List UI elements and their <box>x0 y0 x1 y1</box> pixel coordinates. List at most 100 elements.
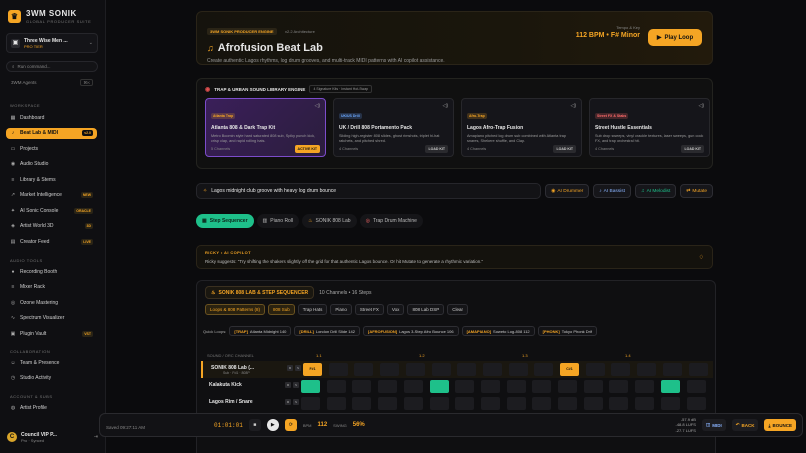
agents-button[interactable]: 3WM Agents ⌘K <box>6 77 98 87</box>
play-loop-button[interactable]: ▶ Play Loop <box>648 29 702 46</box>
quick-loop-chip[interactable]: [PHONK] Tokyo Phonk Drif <box>537 326 597 336</box>
step-cell[interactable] <box>455 397 475 410</box>
step-cell[interactable] <box>585 363 605 376</box>
tab-808-lab[interactable]: ♨ SONIK 808 Lab <box>302 214 357 228</box>
step-cell[interactable] <box>480 380 500 393</box>
sidebar-item-ai-sonic-console[interactable]: ✦ AI Sonic Console ORACLE <box>6 205 97 216</box>
midi-button[interactable]: ◫ MIDI <box>701 419 726 431</box>
step-cell[interactable] <box>583 397 603 410</box>
sidebar-item-recording-booth[interactable]: ● Recording Booth <box>6 266 97 277</box>
step-cell[interactable] <box>583 380 603 393</box>
step-cell[interactable] <box>431 363 451 376</box>
step-cell[interactable] <box>480 397 500 410</box>
channel-row[interactable]: Lagos Rim / Snare M S <box>201 395 713 412</box>
step-cell[interactable] <box>429 397 449 410</box>
step-cell[interactable] <box>354 363 374 376</box>
step-cell[interactable] <box>352 397 372 410</box>
step-cell[interactable] <box>637 363 657 376</box>
speaker-icon[interactable]: ◁) <box>698 103 704 109</box>
step-cell[interactable] <box>455 380 475 393</box>
quick-loop-chip[interactable]: [AMAPIANO] Soweto Log-808 112 <box>461 326 535 336</box>
step-cell[interactable] <box>635 380 655 393</box>
step-cell[interactable] <box>662 363 682 376</box>
step-cell[interactable]: C#1 <box>560 363 579 376</box>
step-cell[interactable] <box>405 363 425 376</box>
project-switcher[interactable]: ▣ Three Wise Men ... PRO TIER ⌄ <box>6 33 98 53</box>
filter-chip[interactable]: Trap Hats <box>297 304 328 315</box>
step-cell[interactable] <box>534 363 554 376</box>
sidebar-item-spectrum-visualizer[interactable]: ∿ Spectrum Visualizer <box>6 313 97 324</box>
sidebar-item-studio-activity[interactable]: ◷ Studio Activity <box>6 373 97 384</box>
ai-drummer-button[interactable]: ◉ AI Drummer <box>545 184 590 198</box>
kit-card[interactable]: UK/US Drill UK / Drill 808 Portamento Pac… <box>333 98 454 157</box>
quick-loop-chip[interactable]: [AFROFUSION] Lagos 3-Step Afro Bounce 106 <box>362 326 459 336</box>
solo-button[interactable]: S <box>295 365 301 371</box>
bounce-button[interactable]: ⤓ BOUNCE <box>764 419 796 431</box>
filter-chip[interactable]: Vox <box>386 304 405 315</box>
kit-load-button[interactable]: LOAD KIT <box>553 145 576 153</box>
step-cell[interactable] <box>326 397 346 410</box>
speaker-icon[interactable]: ◁) <box>570 103 576 109</box>
mute-button[interactable]: M <box>285 399 291 405</box>
step-cell[interactable] <box>686 397 706 410</box>
sidebar-item-market-intelligence[interactable]: ↗ Market Intelligence NEW <box>6 190 97 201</box>
step-cell[interactable] <box>558 380 577 393</box>
step-cell[interactable] <box>482 363 502 376</box>
ai-bassist-button[interactable]: ♪ AI Bassist <box>593 184 631 198</box>
command-input[interactable]: ⌕ Run command... <box>6 61 98 72</box>
mute-button[interactable]: M <box>285 382 291 388</box>
kit-load-button[interactable]: ACTIVE KIT <box>294 145 320 153</box>
tab-step-sequencer[interactable]: ▦ Step Sequencer <box>196 214 254 228</box>
kit-card[interactable]: Afro-Trap Lagos Afro-Trap Fusion Amapiano … <box>461 98 582 157</box>
mutate-button[interactable]: ⇄ Mutate <box>680 184 713 198</box>
tab-trap-drum-machine[interactable]: ◎ Trap Drum Machine <box>359 214 423 228</box>
solo-button[interactable]: S <box>293 399 299 405</box>
sidebar-item-team-presence[interactable]: ☺ Team & Presence <box>6 357 97 368</box>
step-cell[interactable] <box>378 380 398 393</box>
sidebar-item-beat-lab-midi[interactable]: ♪ Beat Lab & MIDI v2.0 <box>6 127 97 139</box>
step-cell[interactable] <box>380 363 400 376</box>
quick-loop-chip[interactable]: [TRAP] Atlanta Midnight 140 <box>229 326 292 336</box>
sidebar-item-artist-profile[interactable]: ◍ Artist Profile <box>6 402 97 413</box>
user-card[interactable]: C Council VIP P... Pro · Synced ⇥ <box>4 426 101 448</box>
play-button[interactable]: ▶ <box>266 419 279 431</box>
filter-chip[interactable]: 808 Lab DSP <box>407 304 445 315</box>
step-cell[interactable] <box>301 380 320 393</box>
step-cell[interactable] <box>660 380 680 393</box>
filter-chip[interactable]: Loops & 808 Patterns (8) <box>205 304 266 315</box>
step-cell[interactable] <box>457 363 477 376</box>
kit-load-button[interactable]: LOAD KIT <box>425 145 448 153</box>
kit-card[interactable]: Street FX & Stabs Street Hustle Essential… <box>589 98 710 157</box>
step-cell[interactable] <box>609 380 629 393</box>
filter-chip[interactable]: Street FX <box>354 304 384 315</box>
step-cell[interactable] <box>532 397 552 410</box>
filter-chip[interactable]: 808 Sub <box>268 304 295 315</box>
step-cell[interactable] <box>688 363 708 376</box>
sidebar-item-projects[interactable]: ▭ Projects <box>6 143 97 154</box>
filter-chip[interactable]: Clear <box>447 304 468 315</box>
sidebar-item-mixer-rack[interactable]: ≡ Mixer Rack <box>6 282 97 293</box>
ai-melodist-button[interactable]: ♫ AI Melodist <box>634 184 677 198</box>
step-cell[interactable] <box>429 380 449 393</box>
step-cell[interactable] <box>609 397 629 410</box>
tab-piano-roll[interactable]: ▥ Piano Roll <box>256 214 300 228</box>
step-cell[interactable]: F#1 <box>303 363 322 376</box>
logout-icon[interactable]: ⇥ <box>94 434 98 440</box>
solo-button[interactable]: S <box>293 382 299 388</box>
sidebar-item-artist-world-3d[interactable]: ◈ Artist World 3D 3D <box>6 221 97 232</box>
step-cell[interactable] <box>611 363 631 376</box>
step-cell[interactable] <box>506 380 526 393</box>
step-cell[interactable] <box>378 397 398 410</box>
step-cell[interactable] <box>635 397 655 410</box>
mute-button[interactable]: M <box>287 365 293 371</box>
back-button[interactable]: ↶ BACK <box>731 419 759 431</box>
speaker-icon[interactable]: ◁) <box>442 103 448 109</box>
bpm-value[interactable]: 112 <box>317 422 327 428</box>
step-cell[interactable] <box>328 363 348 376</box>
step-cell[interactable] <box>508 363 528 376</box>
prompt-input[interactable]: ✧ Lagos midnight club groove with heavy l… <box>196 183 542 199</box>
channel-row[interactable]: SONIK 808 Lab (... Sub · Fd1 · 808P M S F#1 C… <box>201 361 713 378</box>
sidebar-item-creator-feed[interactable]: ▤ Creator Feed LIVE <box>6 236 97 247</box>
step-cell[interactable] <box>403 380 423 393</box>
filter-chip[interactable]: Piano <box>330 304 352 315</box>
